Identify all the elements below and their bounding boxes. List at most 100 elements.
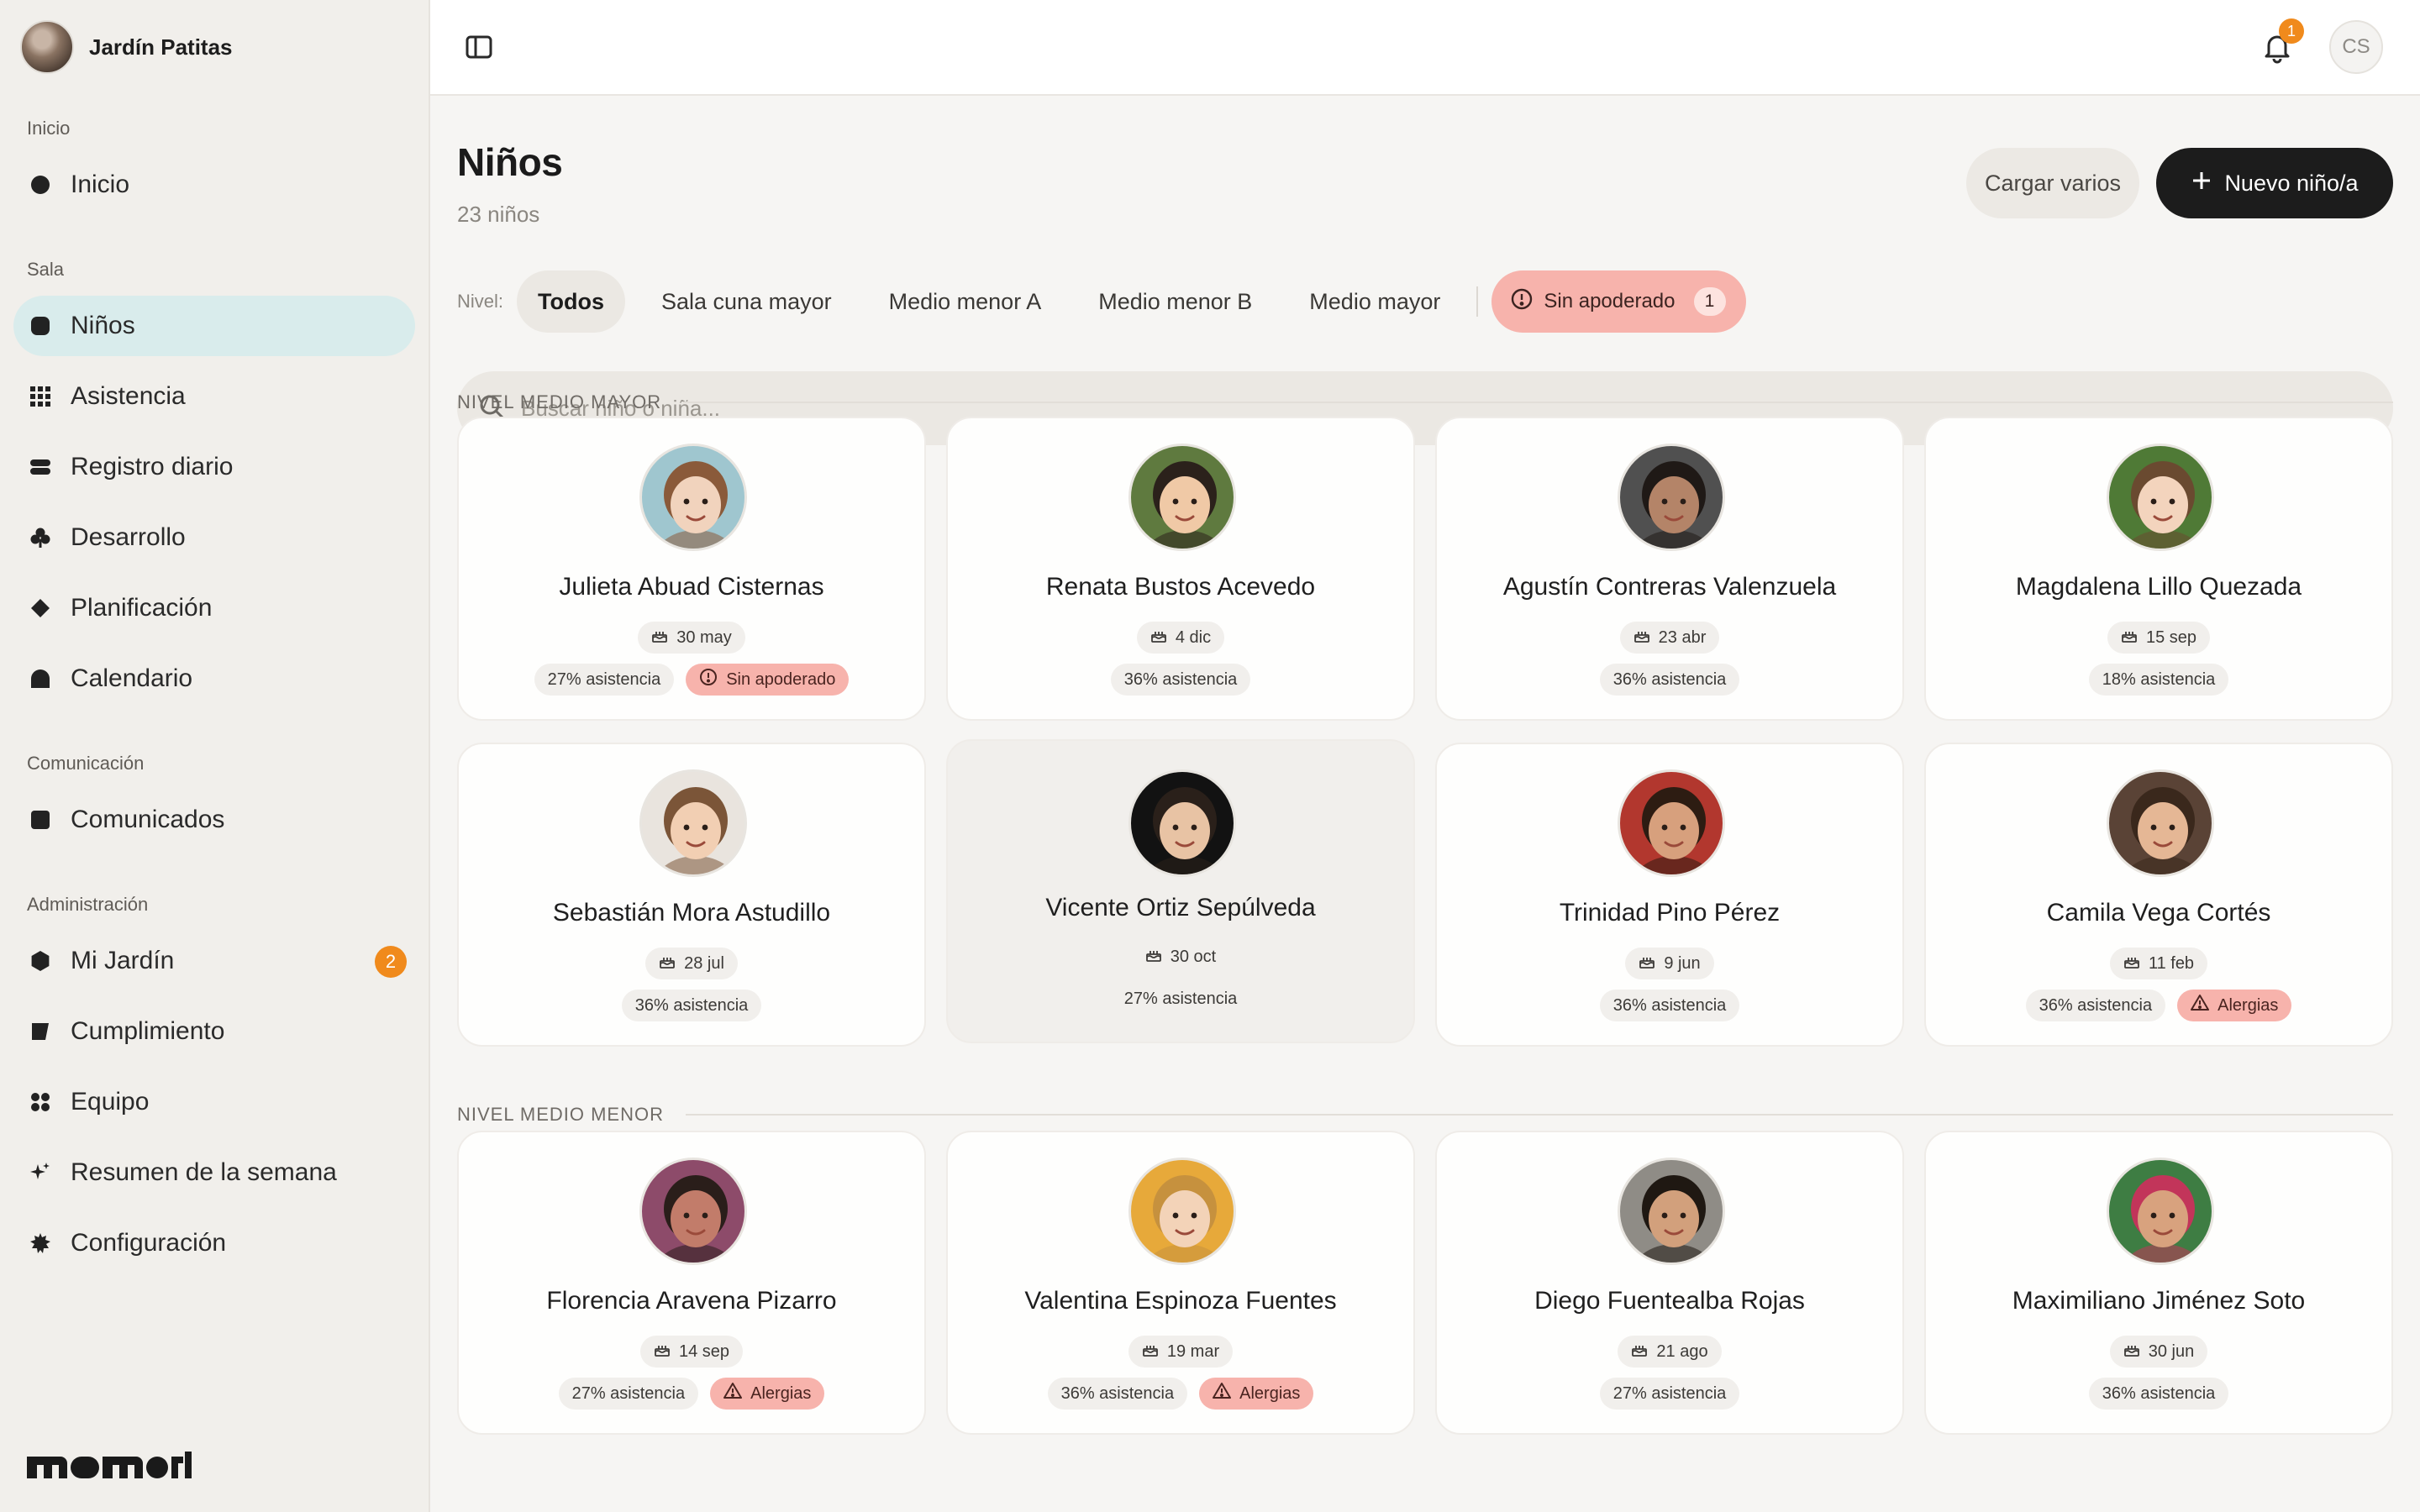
- sidebar-item-equipo[interactable]: Equipo: [13, 1072, 415, 1132]
- birthday-row: 19 mar: [948, 1336, 1413, 1368]
- child-card[interactable]: Florencia Aravena Pizarro 14 sep 27% asi…: [457, 1131, 926, 1435]
- status-row: 18% asistencia: [1926, 664, 2391, 696]
- attendance-pill: 36% asistencia: [1047, 1378, 1188, 1410]
- child-card[interactable]: Maximiliano Jiménez Soto 30 jun 36% asis…: [1924, 1131, 2393, 1435]
- brand[interactable]: Jardín Patitas: [20, 20, 233, 74]
- child-card[interactable]: Trinidad Pino Pérez 9 jun 36% asistencia: [1435, 743, 1904, 1047]
- sidebar-item-calendario[interactable]: Calendario: [13, 648, 415, 709]
- filter-divider: [1476, 286, 1479, 317]
- child-card[interactable]: Agustín Contreras Valenzuela 23 abr 36% …: [1435, 417, 1904, 721]
- child-card[interactable]: Valentina Espinoza Fuentes 19 mar 36% as…: [946, 1131, 1415, 1435]
- birthday-text: 14 sep: [678, 1341, 730, 1361]
- filter-chip-medio-menor-b[interactable]: Medio menor B: [1077, 270, 1273, 333]
- warning-triangle-icon: [1213, 1382, 1232, 1405]
- child-name: Diego Fuentealba Rojas: [1534, 1287, 1805, 1315]
- child-card[interactable]: Julieta Abuad Cisternas 30 may 27% asist…: [457, 417, 926, 721]
- square-icon: [29, 808, 52, 832]
- alert-badge: Alergias: [2177, 990, 2292, 1021]
- child-name: Magdalena Lillo Quezada: [2015, 573, 2302, 601]
- birthday-text: 4 dic: [1175, 627, 1212, 647]
- birthday-text: 23 abr: [1658, 627, 1707, 647]
- birthday-text: 19 mar: [1166, 1341, 1220, 1361]
- status-row: 36% asistencia: [1437, 990, 1902, 1021]
- sidebar-item-registro-diario[interactable]: Registro diario: [13, 437, 415, 497]
- attendance-pill: 18% asistencia: [2088, 664, 2229, 696]
- filter-chip-todos[interactable]: Todos: [517, 270, 625, 333]
- child-avatar: [639, 1158, 747, 1265]
- alert-badge: Alergias: [1199, 1378, 1314, 1410]
- alert-circle-icon: [1510, 287, 1534, 317]
- page-title: Niños: [457, 140, 563, 184]
- sidebar-item-mi-jardin[interactable]: Mi Jardín 2: [13, 931, 415, 991]
- filter-chip-medio-menor-a[interactable]: Medio menor A: [868, 270, 1063, 333]
- filter-chip-sala-cuna-mayor[interactable]: Sala cuna mayor: [640, 270, 853, 333]
- sidebar-item-resumen[interactable]: Resumen de la semana: [13, 1142, 415, 1203]
- bulk-upload-button[interactable]: Cargar varios: [1966, 148, 2139, 218]
- child-card[interactable]: Renata Bustos Acevedo 4 dic 36% asistenc…: [946, 417, 1415, 721]
- birthday-row: 23 abr: [1437, 622, 1902, 654]
- alert-badge: Sin apoderado: [686, 664, 850, 696]
- topbar: 1 CS: [430, 0, 2420, 96]
- attendance-pill: 27% asistencia: [1110, 983, 1251, 1015]
- child-avatar: [639, 444, 747, 551]
- section-label-administracion: Administración: [27, 894, 149, 915]
- child-card[interactable]: Diego Fuentealba Rojas 21 ago 27% asiste…: [1435, 1131, 1904, 1435]
- child-name: Florencia Aravena Pizarro: [546, 1287, 837, 1315]
- flag-icon: [29, 1020, 52, 1043]
- child-avatar: [2107, 769, 2214, 877]
- birthday-pill: 19 mar: [1128, 1336, 1234, 1368]
- sidebar-item-label: Cumplimiento: [71, 1017, 225, 1045]
- status-row: 36% asistencia: [1926, 1378, 2391, 1410]
- birthday-row: 4 dic: [948, 622, 1413, 654]
- sidebar-toggle-icon[interactable]: [464, 32, 494, 62]
- alert-badge-text: Alergias: [2217, 995, 2279, 1015]
- birthday-text: 28 jul: [684, 953, 724, 973]
- status-row: 27% asistencia: [1437, 1378, 1902, 1410]
- sidebar-item-label: Asistencia: [71, 382, 186, 410]
- sidebar-item-label: Desarrollo: [71, 523, 186, 551]
- alert-badge-text: Alergias: [750, 1383, 812, 1403]
- status-row: 36% asistencia Alergias: [948, 1378, 1413, 1410]
- attendance-pill: 36% asistencia: [1599, 990, 1740, 1021]
- cake-icon: [1145, 946, 1162, 968]
- child-avatar: [1128, 444, 1236, 551]
- child-card[interactable]: Sebastián Mora Astudillo 28 jul 36% asis…: [457, 743, 926, 1047]
- birthday-pill: 21 ago: [1618, 1336, 1722, 1368]
- child-card[interactable]: Vicente Ortiz Sepúlveda 30 oct 27% asist…: [946, 739, 1415, 1043]
- sidebar-item-inicio[interactable]: Inicio: [13, 155, 415, 215]
- sidebar-item-planificacion[interactable]: Planificación: [13, 578, 415, 638]
- sidebar-item-ninos[interactable]: Niños: [13, 296, 415, 356]
- dome-icon: [29, 667, 52, 690]
- child-card[interactable]: Camila Vega Cortés 11 feb 36% asistencia…: [1924, 743, 2393, 1047]
- child-card[interactable]: Magdalena Lillo Quezada 15 sep 18% asist…: [1924, 417, 2393, 721]
- sidebar-item-configuracion[interactable]: Configuración: [13, 1213, 415, 1273]
- gear-icon: [29, 1231, 52, 1255]
- filter-chip-medio-mayor[interactable]: Medio mayor: [1288, 270, 1461, 333]
- new-child-button[interactable]: Nuevo niño/a: [2156, 148, 2393, 218]
- birthday-text: 21 ago: [1656, 1341, 1708, 1361]
- child-name: Sebastián Mora Astudillo: [552, 899, 831, 927]
- attendance-pill: 27% asistencia: [558, 1378, 699, 1410]
- sidebar-item-cumplimiento[interactable]: Cumplimiento: [13, 1001, 415, 1062]
- warning-triangle-icon: [2191, 994, 2210, 1017]
- user-avatar[interactable]: CS: [2329, 20, 2383, 74]
- filter-chip-sin-apoderado[interactable]: Sin apoderado 1: [1491, 270, 1746, 333]
- attendance-pill: 27% asistencia: [1599, 1378, 1740, 1410]
- attendance-pill: 36% asistencia: [1110, 664, 1251, 696]
- sidebar-item-desarrollo[interactable]: Desarrollo: [13, 507, 415, 568]
- sidebar-item-comunicados[interactable]: Comunicados: [13, 790, 415, 850]
- plus-icon: [2191, 170, 2212, 197]
- group-divider: [686, 1114, 2393, 1116]
- grid-icon: [29, 385, 52, 408]
- birthday-pill: 11 feb: [2109, 948, 2208, 979]
- attendance-pill: 36% asistencia: [1599, 664, 1740, 696]
- cake-icon: [2121, 627, 2138, 648]
- momori-logo: [27, 1452, 192, 1486]
- birthday-text: 30 oct: [1170, 947, 1217, 966]
- child-name: Julieta Abuad Cisternas: [559, 573, 824, 601]
- main-content: Niños 23 niños Cargar varios Nuevo niño/…: [457, 96, 2393, 1512]
- sidebar-item-label: Comunicados: [71, 806, 225, 833]
- birthday-pill: 30 oct: [1131, 941, 1230, 973]
- status-row: 36% asistencia: [948, 664, 1413, 696]
- sidebar-item-asistencia[interactable]: Asistencia: [13, 366, 415, 427]
